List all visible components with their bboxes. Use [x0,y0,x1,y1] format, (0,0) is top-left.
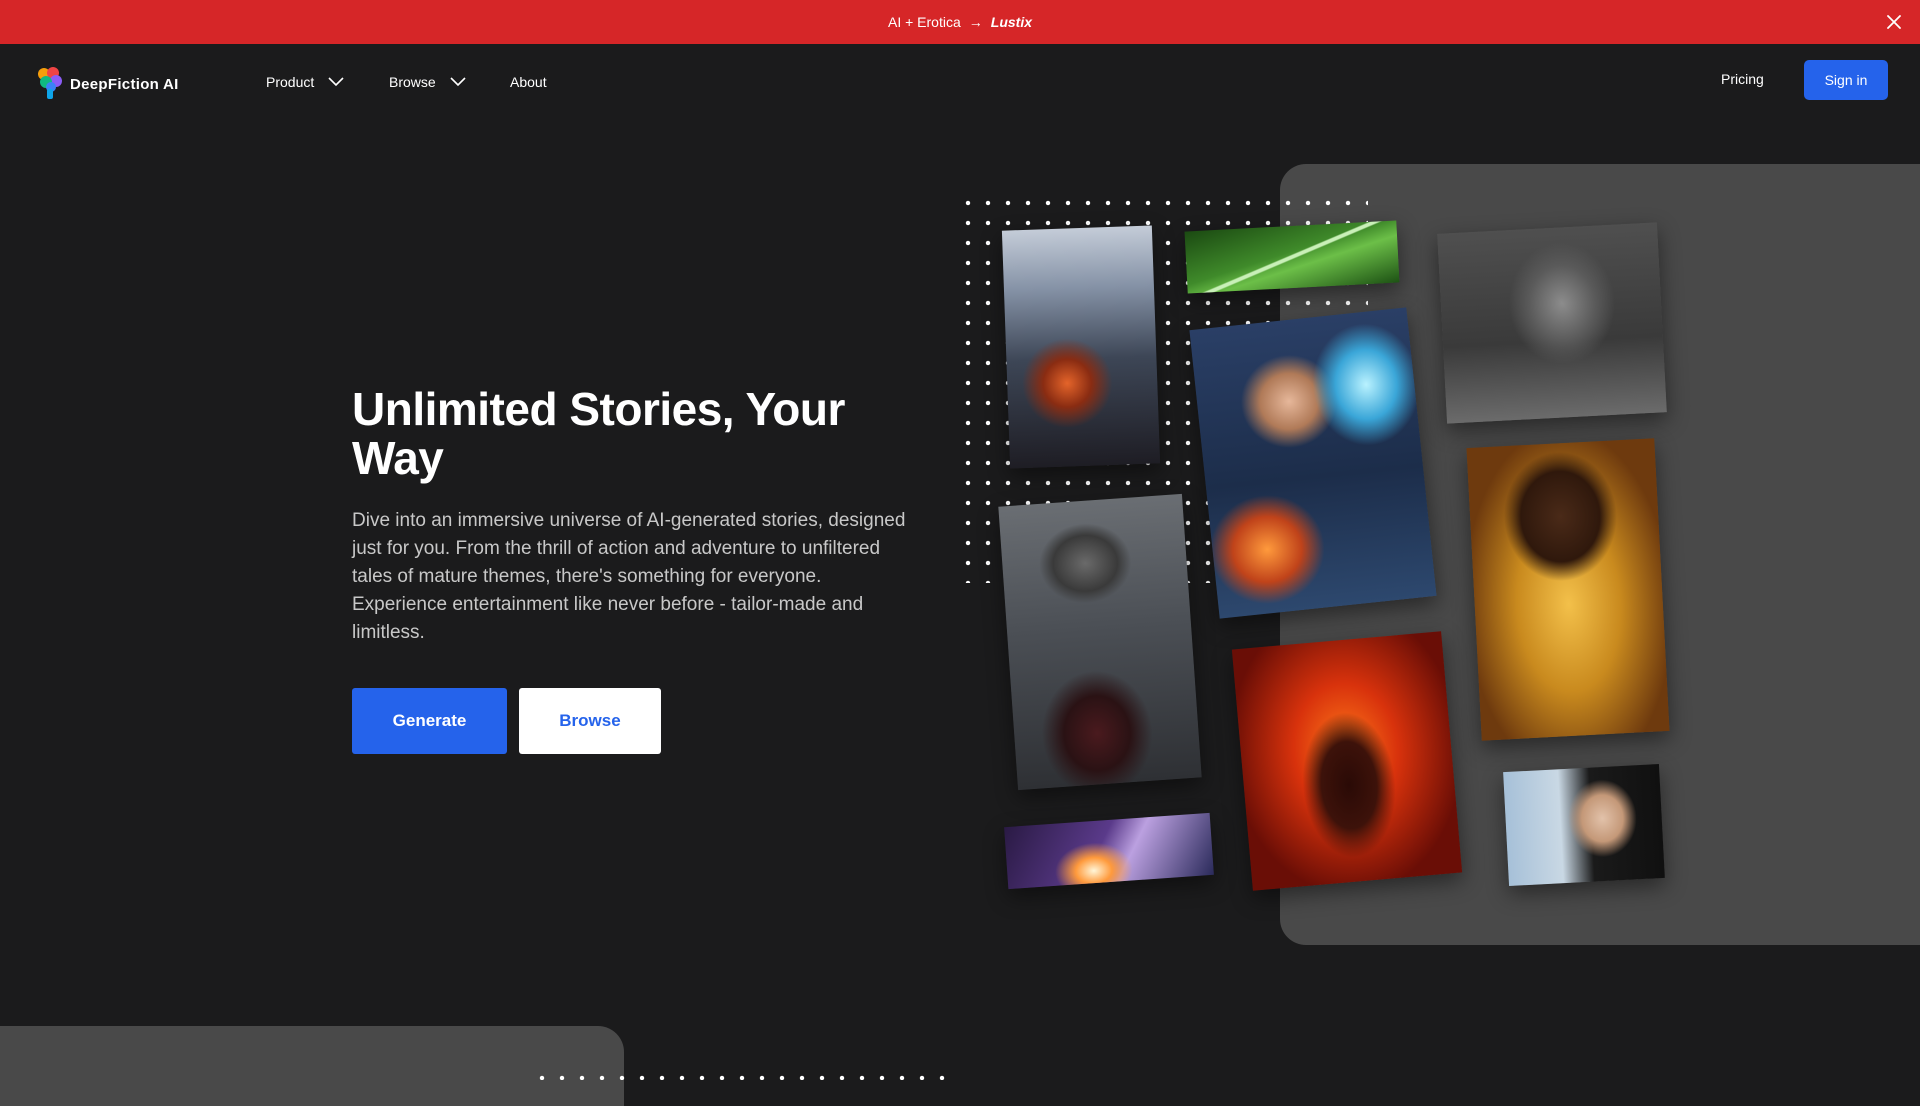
chevron-down-icon [450,77,466,87]
promo-banner[interactable]: AI + Erotica → Lustix [0,0,1920,44]
bottom-panel [0,1026,624,1106]
nav-about[interactable]: About [510,74,547,90]
logo-icon [34,64,64,105]
logo-text: DeepFiction AI [70,76,179,93]
story-image-golden-queen [1466,438,1670,741]
banner-brand-link[interactable]: Lustix [991,14,1032,30]
banner-arrow: → [968,14,983,30]
story-image-portrait [1503,763,1665,887]
sign-in-button[interactable]: Sign in [1804,60,1888,100]
top-nav: DeepFiction AI Product Browse About Pric… [0,44,1920,124]
nav-about-label: About [510,74,547,90]
story-image-sorceress [1189,307,1437,619]
story-image-nebula [1004,812,1214,890]
chevron-down-icon [328,77,344,87]
nav-product[interactable]: Product [266,74,344,90]
bottom-dot-pattern [532,1068,952,1080]
nav-browse[interactable]: Browse [389,74,466,90]
story-image-fire-warrior [1231,631,1463,891]
browse-button[interactable]: Browse [519,688,661,754]
close-icon[interactable] [1882,10,1906,34]
banner-text: AI + Erotica [888,14,961,30]
story-image-dragon [1001,225,1161,469]
story-image-demon [998,493,1202,791]
story-image-misty-forest [1437,222,1667,424]
story-image-leaf [1184,220,1400,294]
hero-title: Unlimited Stories, Your Way [352,383,845,484]
logo[interactable]: DeepFiction AI [34,64,179,105]
nav-browse-label: Browse [389,74,436,90]
nav-pricing[interactable]: Pricing [1721,71,1764,87]
generate-button[interactable]: Generate [352,688,507,754]
hero-description: Dive into an immersive universe of AI-ge… [352,510,906,643]
nav-product-label: Product [266,74,315,90]
